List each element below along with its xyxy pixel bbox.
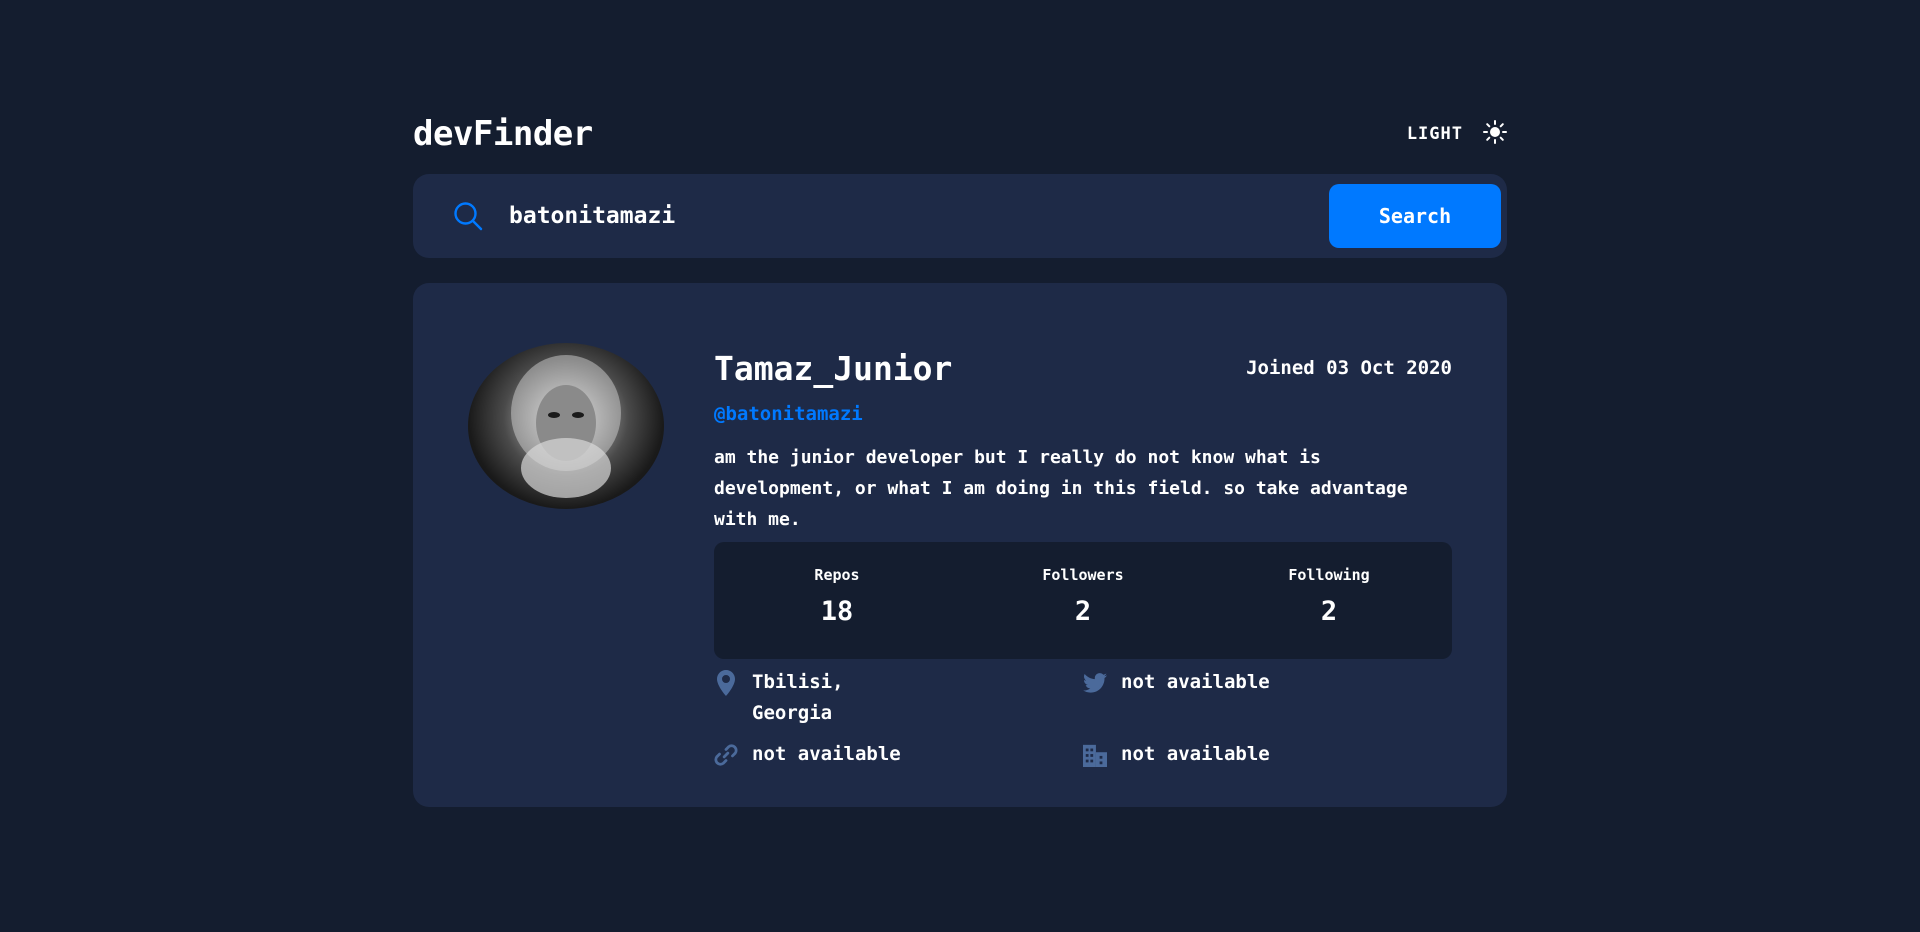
- stat-followers: Followers 2: [960, 542, 1206, 659]
- twitter-item: not available: [1083, 667, 1452, 729]
- location-text: Tbilisi, Georgia: [752, 671, 844, 724]
- theme-toggle[interactable]: LIGHT: [1407, 120, 1507, 148]
- sun-icon: [1483, 120, 1507, 148]
- avatar: [468, 343, 664, 509]
- twitter-text: not available: [1121, 671, 1270, 693]
- stat-label: Repos: [814, 566, 860, 584]
- stat-following: Following 2: [1206, 542, 1452, 659]
- profile-login-link[interactable]: @batonitamazi: [714, 403, 1452, 429]
- stat-repos: Repos 18: [714, 542, 960, 659]
- header: devFinder LIGHT: [413, 106, 1507, 162]
- profile-bio: am the junior developer but I really do …: [714, 447, 1408, 530]
- theme-toggle-label: LIGHT: [1406, 124, 1463, 144]
- blog-item: not available: [714, 739, 1083, 770]
- blog-text[interactable]: not available: [752, 739, 901, 770]
- building-icon: [1083, 741, 1107, 769]
- location-pin-icon: [714, 669, 738, 697]
- name-row: Tamaz_Junior Joined 03 Oct 2020: [714, 343, 1452, 393]
- stat-label: Following: [1288, 566, 1370, 584]
- stat-value: 2: [1074, 596, 1092, 627]
- search-button[interactable]: Search: [1329, 184, 1501, 248]
- profile-card: Tamaz_Junior Joined 03 Oct 2020 @batonit…: [413, 283, 1507, 807]
- stat-label: Followers: [1042, 566, 1124, 584]
- search-icon: [453, 201, 483, 231]
- app-container: devFinder LIGHT batonitamazi Search Tama…: [413, 106, 1507, 807]
- profile-details: Tamaz_Junior Joined 03 Oct 2020 @batonit…: [714, 343, 1452, 770]
- stat-value: 18: [820, 596, 854, 627]
- profile-name: Tamaz_Junior: [714, 348, 953, 388]
- company-item: not available: [1083, 739, 1452, 770]
- twitter-icon: [1083, 669, 1107, 697]
- stat-value: 2: [1320, 596, 1338, 627]
- search-bar: Search: [413, 174, 1507, 258]
- company-text: not available: [1121, 743, 1270, 765]
- stats-panel: Repos 18 Followers 2 Following 2: [714, 542, 1452, 659]
- location-item: Tbilisi, Georgia: [714, 667, 1083, 729]
- joined-date: Joined 03 Oct 2020: [1246, 357, 1452, 379]
- app-logo: devFinder: [413, 114, 593, 154]
- profile-links: Tbilisi, Georgia not available not avail…: [714, 667, 1452, 770]
- search-input[interactable]: [507, 195, 1329, 237]
- link-icon: [714, 741, 738, 769]
